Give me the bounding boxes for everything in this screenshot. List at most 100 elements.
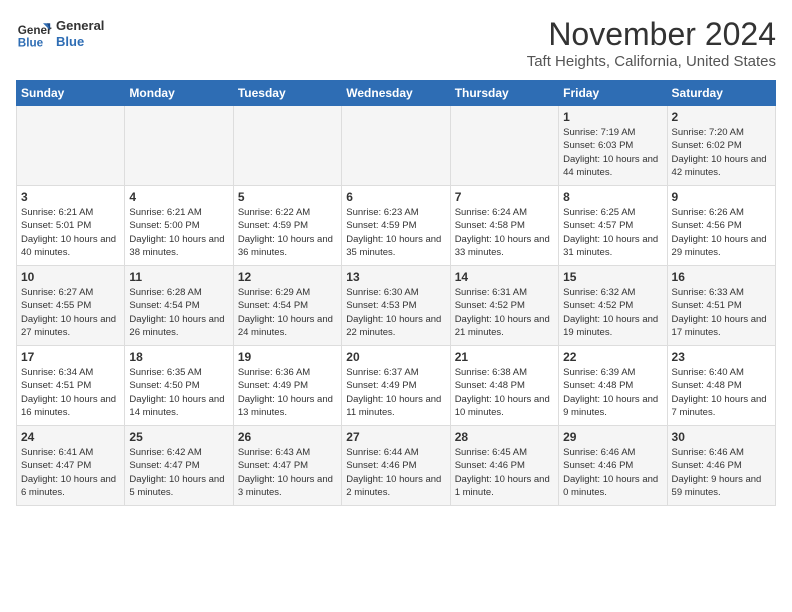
header-cell-tuesday: Tuesday	[233, 81, 341, 106]
cell-info: Sunrise: 7:19 AMSunset: 6:03 PMDaylight:…	[563, 126, 662, 179]
week-row-4: 17 Sunrise: 6:34 AMSunset: 4:51 PMDayligh…	[17, 346, 776, 426]
calendar-cell: 7 Sunrise: 6:24 AMSunset: 4:58 PMDaylight…	[450, 186, 558, 266]
calendar-cell: 24Sunrise: 6:41 AMSunset: 4:47 PMDayligh…	[17, 426, 125, 506]
day-number: 27	[346, 430, 445, 444]
cell-info: Sunrise: 7:20 AMSunset: 6:02 PMDaylight:…	[672, 126, 771, 179]
cell-info: Sunrise: 6:33 AMSunset: 4:51 PMDaylight:…	[672, 286, 771, 339]
subtitle: Taft Heights, California, United States	[527, 53, 776, 70]
calendar-cell: 29 Sunrise: 6:46 AMSunset: 4:46 PMDayligh…	[559, 426, 667, 506]
day-number: 29	[563, 430, 662, 444]
calendar-cell: 5 Sunrise: 6:22 AMSunset: 4:59 PMDaylight…	[233, 186, 341, 266]
header-cell-wednesday: Wednesday	[342, 81, 450, 106]
header-cell-monday: Monday	[125, 81, 233, 106]
day-number: 22	[563, 350, 662, 364]
cell-info: Sunrise: 6:39 AMSunset: 4:48 PMDaylight:…	[563, 366, 662, 419]
cell-info: Sunrise: 6:24 AMSunset: 4:58 PMDaylight:…	[455, 206, 554, 259]
calendar-cell: 28 Sunrise: 6:45 AMSunset: 4:46 PMDayligh…	[450, 426, 558, 506]
calendar-table: SundayMondayTuesdayWednesdayThursdayFrid…	[16, 80, 776, 506]
day-number: 28	[455, 430, 554, 444]
week-row-5: 24Sunrise: 6:41 AMSunset: 4:47 PMDayligh…	[17, 426, 776, 506]
day-number: 8	[563, 190, 662, 204]
day-number: 15	[563, 270, 662, 284]
cell-info: Sunrise: 6:27 AMSunset: 4:55 PMDaylight:…	[21, 286, 120, 339]
day-number: 30	[672, 430, 771, 444]
header: General Blue General Blue November 2024 …	[16, 16, 776, 70]
calendar-cell: 22 Sunrise: 6:39 AMSunset: 4:48 PMDayligh…	[559, 346, 667, 426]
header-cell-sunday: Sunday	[17, 81, 125, 106]
calendar-cell: 6 Sunrise: 6:23 AMSunset: 4:59 PMDaylight…	[342, 186, 450, 266]
calendar-cell: 11Sunrise: 6:28 AMSunset: 4:54 PMDayligh…	[125, 266, 233, 346]
header-cell-saturday: Saturday	[667, 81, 775, 106]
week-row-1: 1 Sunrise: 7:19 AMSunset: 6:03 PMDaylight…	[17, 106, 776, 186]
day-number: 14	[455, 270, 554, 284]
calendar-cell: 25Sunrise: 6:42 AMSunset: 4:47 PMDayligh…	[125, 426, 233, 506]
calendar-cell: 15 Sunrise: 6:32 AMSunset: 4:52 PMDayligh…	[559, 266, 667, 346]
calendar-cell: 16 Sunrise: 6:33 AMSunset: 4:51 PMDayligh…	[667, 266, 775, 346]
day-number: 20	[346, 350, 445, 364]
calendar-cell: 13 Sunrise: 6:30 AMSunset: 4:53 PMDayligh…	[342, 266, 450, 346]
cell-info: Sunrise: 6:32 AMSunset: 4:52 PMDaylight:…	[563, 286, 662, 339]
cell-info: Sunrise: 6:41 AMSunset: 4:47 PMDaylight:…	[21, 446, 120, 499]
day-number: 26	[238, 430, 337, 444]
calendar-cell: 1 Sunrise: 7:19 AMSunset: 6:03 PMDaylight…	[559, 106, 667, 186]
logo-icon: General Blue	[16, 16, 52, 52]
cell-info: Sunrise: 6:21 AMSunset: 5:01 PMDaylight:…	[21, 206, 120, 259]
day-number: 25	[129, 430, 228, 444]
calendar-cell: 20 Sunrise: 6:37 AMSunset: 4:49 PMDayligh…	[342, 346, 450, 426]
calendar-cell: 12Sunrise: 6:29 AMSunset: 4:54 PMDayligh…	[233, 266, 341, 346]
calendar-cell	[17, 106, 125, 186]
cell-info: Sunrise: 6:29 AMSunset: 4:54 PMDaylight:…	[238, 286, 337, 339]
cell-info: Sunrise: 6:21 AMSunset: 5:00 PMDaylight:…	[129, 206, 228, 259]
calendar-cell: 9Sunrise: 6:26 AMSunset: 4:56 PMDaylight…	[667, 186, 775, 266]
day-number: 19	[238, 350, 337, 364]
calendar-cell: 21Sunrise: 6:38 AMSunset: 4:48 PMDayligh…	[450, 346, 558, 426]
calendar-cell: 4Sunrise: 6:21 AMSunset: 5:00 PMDaylight…	[125, 186, 233, 266]
logo-text-line1: General	[56, 18, 104, 34]
calendar-body: 1 Sunrise: 7:19 AMSunset: 6:03 PMDaylight…	[17, 106, 776, 506]
cell-info: Sunrise: 6:23 AMSunset: 4:59 PMDaylight:…	[346, 206, 445, 259]
cell-info: Sunrise: 6:45 AMSunset: 4:46 PMDaylight:…	[455, 446, 554, 499]
cell-info: Sunrise: 6:30 AMSunset: 4:53 PMDaylight:…	[346, 286, 445, 339]
calendar-header: SundayMondayTuesdayWednesdayThursdayFrid…	[17, 81, 776, 106]
calendar-cell: 27 Sunrise: 6:44 AMSunset: 4:46 PMDayligh…	[342, 426, 450, 506]
week-row-2: 3 Sunrise: 6:21 AMSunset: 5:01 PMDaylight…	[17, 186, 776, 266]
cell-info: Sunrise: 6:44 AMSunset: 4:46 PMDaylight:…	[346, 446, 445, 499]
calendar-cell: 8Sunrise: 6:25 AMSunset: 4:57 PMDaylight…	[559, 186, 667, 266]
calendar-cell: 26Sunrise: 6:43 AMSunset: 4:47 PMDayligh…	[233, 426, 341, 506]
cell-info: Sunrise: 6:28 AMSunset: 4:54 PMDaylight:…	[129, 286, 228, 339]
calendar-cell: 2 Sunrise: 7:20 AMSunset: 6:02 PMDaylight…	[667, 106, 775, 186]
day-number: 3	[21, 190, 120, 204]
week-row-3: 10 Sunrise: 6:27 AMSunset: 4:55 PMDayligh…	[17, 266, 776, 346]
day-number: 2	[672, 110, 771, 124]
day-number: 6	[346, 190, 445, 204]
day-number: 5	[238, 190, 337, 204]
cell-info: Sunrise: 6:38 AMSunset: 4:48 PMDaylight:…	[455, 366, 554, 419]
calendar-cell: 14Sunrise: 6:31 AMSunset: 4:52 PMDayligh…	[450, 266, 558, 346]
calendar-cell: 3 Sunrise: 6:21 AMSunset: 5:01 PMDaylight…	[17, 186, 125, 266]
day-number: 17	[21, 350, 120, 364]
calendar-cell	[233, 106, 341, 186]
logo-text-line2: Blue	[56, 34, 104, 50]
day-number: 23	[672, 350, 771, 364]
header-cell-friday: Friday	[559, 81, 667, 106]
cell-info: Sunrise: 6:46 AMSunset: 4:46 PMDaylight:…	[563, 446, 662, 499]
calendar-cell: 30 Sunrise: 6:46 AMSunset: 4:46 PMDayligh…	[667, 426, 775, 506]
day-number: 16	[672, 270, 771, 284]
header-cell-thursday: Thursday	[450, 81, 558, 106]
cell-info: Sunrise: 6:34 AMSunset: 4:51 PMDaylight:…	[21, 366, 120, 419]
day-number: 1	[563, 110, 662, 124]
cell-info: Sunrise: 6:26 AMSunset: 4:56 PMDaylight:…	[672, 206, 771, 259]
cell-info: Sunrise: 6:40 AMSunset: 4:48 PMDaylight:…	[672, 366, 771, 419]
calendar-cell	[342, 106, 450, 186]
day-number: 13	[346, 270, 445, 284]
cell-info: Sunrise: 6:22 AMSunset: 4:59 PMDaylight:…	[238, 206, 337, 259]
calendar-cell	[125, 106, 233, 186]
cell-info: Sunrise: 6:46 AMSunset: 4:46 PMDaylight:…	[672, 446, 771, 499]
svg-text:Blue: Blue	[18, 37, 44, 50]
day-number: 7	[455, 190, 554, 204]
logo: General Blue General Blue	[16, 16, 104, 52]
day-number: 10	[21, 270, 120, 284]
day-number: 18	[129, 350, 228, 364]
cell-info: Sunrise: 6:37 AMSunset: 4:49 PMDaylight:…	[346, 366, 445, 419]
cell-info: Sunrise: 6:35 AMSunset: 4:50 PMDaylight:…	[129, 366, 228, 419]
